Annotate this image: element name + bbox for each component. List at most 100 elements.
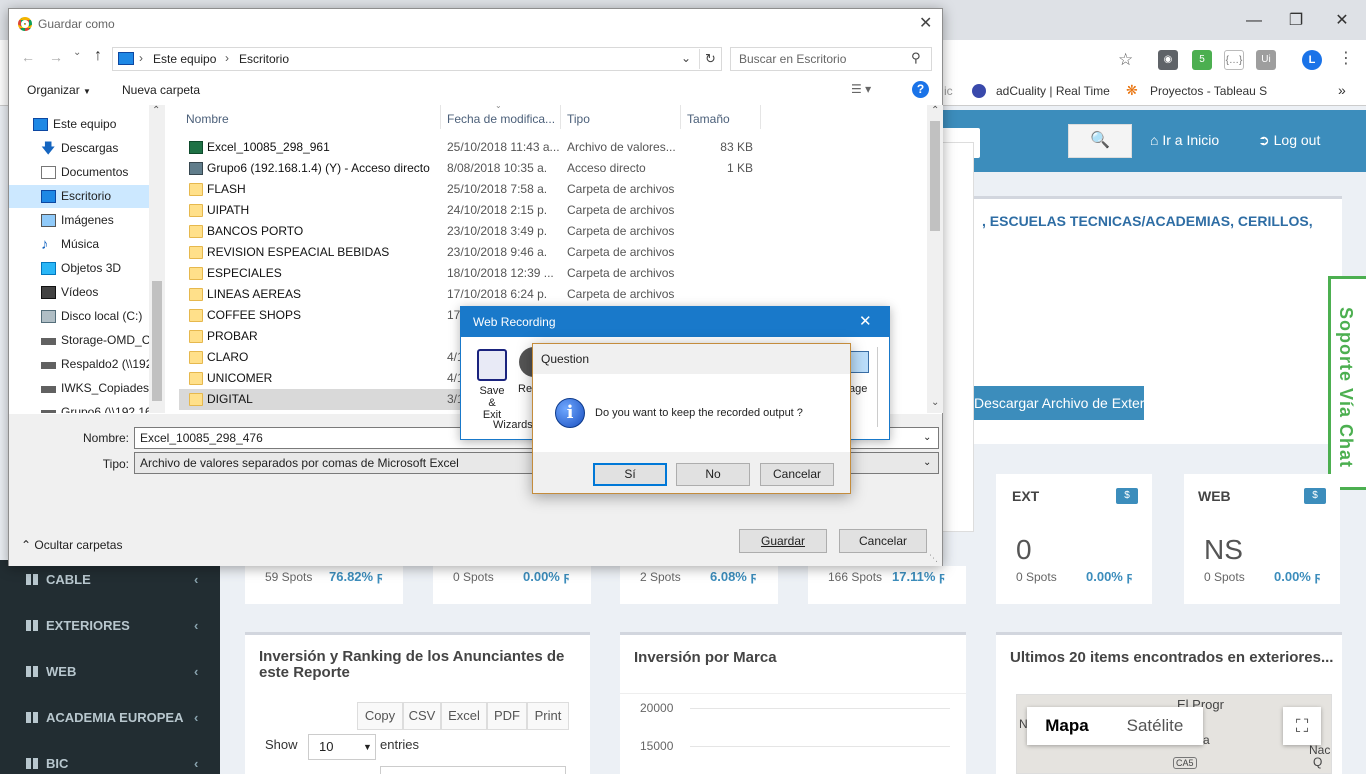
close-icon[interactable]: ✕ — [919, 13, 932, 33]
tree-item-escritorio[interactable]: Escritorio — [9, 185, 149, 208]
sidebar-item-web[interactable]: WEB ‹ — [0, 652, 220, 698]
back-arrow-icon[interactable]: ← — [21, 49, 35, 65]
no-button[interactable]: No — [676, 463, 750, 486]
page-size-select[interactable]: 10 ▼ — [308, 734, 376, 760]
hide-folders-toggle[interactable]: ⌃ Ocultar carpetas — [21, 538, 122, 552]
tree-item-disco-local[interactable]: Disco local (C:) — [9, 305, 149, 328]
bookmark-tableau[interactable]: Proyectos - Tableau S — [1150, 84, 1267, 98]
logout-link[interactable]: ➲ Log out — [1258, 132, 1320, 149]
file-row[interactable]: BANCOS PORTO 23/10/2018 3:49 p. Carpeta de… — [179, 221, 759, 242]
new-folder-button[interactable]: Nueva carpeta — [122, 83, 200, 97]
column-header-type[interactable]: Tipo — [567, 112, 590, 126]
tree-item-este-equipo[interactable]: Este equipo — [9, 113, 149, 136]
chat-support-tab[interactable]: Soporte Vía Chat — [1328, 276, 1366, 490]
tree-item-musica[interactable]: ♪ Música — [9, 233, 149, 256]
map-tab-map[interactable]: Mapa — [1027, 707, 1107, 745]
file-row[interactable]: Grupo6 (192.168.1.4) (Y) - Acceso direct… — [179, 158, 759, 179]
fullscreen-icon[interactable]: ⛶ — [1283, 707, 1321, 745]
sidebar-item-academia[interactable]: ACADEMIA EUROPEA ‹ — [0, 698, 220, 744]
forward-arrow-icon[interactable]: → — [49, 49, 63, 65]
folder-icon — [189, 204, 203, 217]
ext-card: EXT $ 0 0 Spots 0.00% ϝ — [996, 474, 1152, 604]
download-button[interactable]: Descargar Archivo de Exter — [974, 386, 1144, 420]
extension-code-icon[interactable]: {…} — [1224, 50, 1244, 70]
map[interactable]: El Progr va Nac Q CA5 N Mapa Satélite ⛶ — [1016, 694, 1332, 774]
file-name: LINEAS AEREAS — [207, 287, 302, 301]
bookmark-partial[interactable]: ic — [944, 84, 953, 98]
view-options-icon[interactable]: ☰ ▾ — [851, 82, 871, 96]
save-button[interactable]: Guardar — [739, 529, 827, 553]
map-tab-satellite[interactable]: Satélite — [1107, 707, 1203, 745]
sidebar-item-bic[interactable]: BIC ‹ — [0, 744, 220, 774]
lightning-icon: ϝ — [1122, 569, 1133, 584]
menu-dots-icon[interactable]: ⋮ — [1338, 48, 1354, 68]
tree-item-objetos-3d[interactable]: Objetos 3D — [9, 257, 149, 280]
close-icon[interactable]: ✕ — [859, 312, 872, 330]
sidebar-item-cable[interactable]: CABLE ‹ — [0, 560, 220, 606]
excel-button[interactable]: Excel — [441, 702, 487, 730]
ext-card-spots: 0 Spots — [1016, 570, 1057, 584]
file-row[interactable]: REVISION ESPEACIAL BEBIDAS 23/10/2018 9:4… — [179, 242, 759, 263]
tree-item-storage[interactable]: Storage-OMD_C — [9, 329, 149, 352]
table-search-input[interactable] — [380, 766, 566, 774]
breadcrumb-escritorio[interactable]: Escritorio — [239, 52, 289, 66]
file-row[interactable]: Excel_10085_298_961 25/10/2018 11:43 a...… — [179, 137, 759, 158]
bookmark-star-icon[interactable]: ☆ — [1118, 50, 1133, 70]
tree-item-videos[interactable]: Vídeos — [9, 281, 149, 304]
more-bookmarks-icon[interactable]: » — [1338, 82, 1346, 98]
brand-panel: Inversión por Marca 20000 15000 — [620, 632, 966, 774]
pdf-button[interactable]: PDF — [487, 702, 527, 730]
up-arrow-icon[interactable]: ↑ — [94, 47, 102, 65]
file-row[interactable]: ESPECIALES 18/10/2018 12:39 ... Carpeta de… — [179, 263, 759, 284]
column-header-name[interactable]: Nombre — [186, 112, 229, 126]
organize-button[interactable]: Organizar ▼ — [27, 83, 91, 97]
file-row[interactable]: UIPATH 24/10/2018 2:15 p. Carpeta de archi… — [179, 200, 759, 221]
scrollbar-thumb[interactable] — [930, 121, 940, 231]
search-icon[interactable]: 🔍 — [1068, 124, 1132, 158]
search-input[interactable]: Buscar en Escritorio ⚲ — [730, 47, 932, 71]
tree-item-iwks[interactable]: IWKS_Copiadese — [9, 377, 149, 400]
file-row[interactable]: FLASH 25/10/2018 7:58 a. Carpeta de archiv… — [179, 179, 759, 200]
print-button[interactable]: Print — [527, 702, 569, 730]
save-exit-button[interactable]: Save & Exit — [479, 385, 505, 421]
restore-icon[interactable]: ❐ — [1276, 8, 1316, 34]
breadcrumb-este-equipo[interactable]: Este equipo — [153, 52, 216, 66]
column-header-size[interactable]: Tamaño — [687, 112, 730, 126]
web-card-title: WEB — [1198, 488, 1231, 504]
tree-item-imagenes[interactable]: Imágenes — [9, 209, 149, 232]
extension-icon[interactable]: ◉ — [1158, 50, 1178, 70]
refresh-icon[interactable]: ↻ — [699, 49, 721, 69]
sidebar-item-exteriores[interactable]: EXTERIORES ‹ — [0, 606, 220, 652]
gridline — [620, 693, 966, 694]
column-divider — [760, 105, 761, 129]
chevron-down-icon[interactable]: ⌄ — [681, 51, 691, 65]
tree-scrollbar[interactable]: ⌃ — [149, 105, 165, 413]
cancel-question-button[interactable]: Cancelar — [760, 463, 834, 486]
resize-grip-icon[interactable]: ⋱ — [929, 553, 938, 564]
scrollbar-thumb[interactable] — [152, 281, 162, 401]
file-list-scrollbar[interactable]: ⌃ ⌄ — [927, 105, 943, 413]
tree-item-grupo6[interactable]: Grupo6 (\\192.16 — [9, 401, 149, 413]
csv-button[interactable]: CSV — [403, 702, 441, 730]
column-header-date[interactable]: Fecha de modifica... — [447, 112, 555, 126]
copy-button[interactable]: Copy — [357, 702, 403, 730]
tree-item-documentos[interactable]: Documentos — [9, 161, 149, 184]
cancel-button[interactable]: Cancelar — [839, 529, 927, 553]
breadcrumb[interactable]: › Este equipo › Escritorio ⌄ ↻ — [112, 47, 722, 71]
bookmark-adcuality[interactable]: adCuality | Real Time — [996, 84, 1110, 98]
save-disk-icon[interactable] — [477, 349, 507, 381]
tree-item-descargas[interactable]: 🡇 Descargas — [9, 137, 149, 160]
yes-button[interactable]: Sí — [593, 463, 667, 486]
tree-item-respaldo2[interactable]: Respaldo2 (\\192 — [9, 353, 149, 376]
home-link[interactable]: ⌂ Ir a Inicio — [1150, 132, 1219, 148]
file-row[interactable]: LINEAS AEREAS 17/10/2018 6:24 p. Carpeta d… — [179, 284, 759, 305]
stat-card-1: 59 Spots 76.82% ϝ — [245, 566, 403, 604]
extension-badge-icon[interactable]: 5 — [1192, 50, 1212, 70]
folder-icon — [189, 351, 203, 364]
recent-dropdown-icon[interactable]: ⌄ — [73, 47, 81, 58]
minimize-icon[interactable]: — — [1234, 8, 1274, 34]
profile-avatar[interactable]: L — [1302, 50, 1322, 70]
uipath-extension-icon[interactable]: Ui — [1256, 50, 1276, 70]
close-window-icon[interactable]: ✕ — [1322, 8, 1362, 34]
help-icon[interactable]: ? — [912, 81, 929, 98]
